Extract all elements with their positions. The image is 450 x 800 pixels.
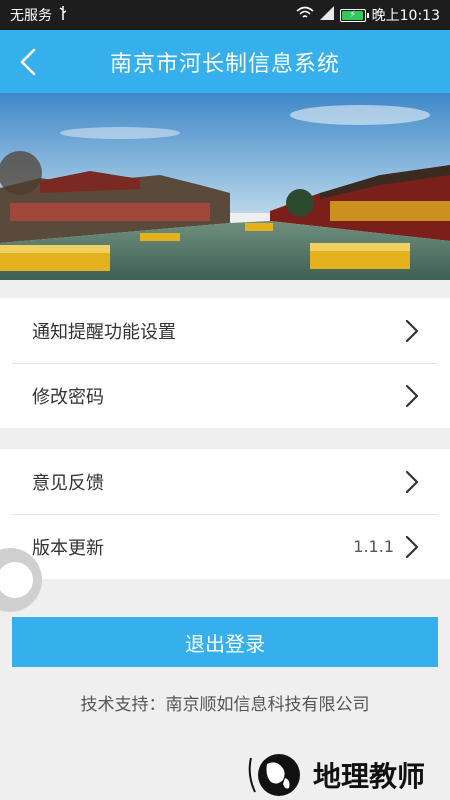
row-label: 版本更新	[32, 537, 104, 559]
tech-support-text: 技术支持：南京顺如信息科技有限公司	[80, 695, 370, 715]
banner-image	[0, 93, 450, 280]
battery-icon: ⚡	[339, 8, 369, 22]
notification-settings-row[interactable]: 通知提醒功能设置	[0, 298, 450, 363]
row-label: 意见反馈	[32, 472, 104, 494]
version-value: 1.1.1	[353, 537, 394, 556]
logout-button[interactable]: 退出登录	[12, 617, 438, 667]
chevron-left-icon	[20, 48, 36, 76]
app-header: 南京市河长制信息系统	[0, 30, 450, 93]
usb-icon	[58, 6, 68, 24]
row-label: 通知提醒功能设置	[32, 321, 176, 343]
page-title: 南京市河长制信息系统	[109, 51, 340, 77]
settings-group-2: 意见反馈 版本更新 1.1.1	[0, 449, 450, 579]
change-password-row[interactable]: 修改密码	[0, 363, 450, 428]
row-label: 修改密码	[32, 386, 104, 408]
watermark-text: 地理教师	[313, 760, 426, 793]
back-button[interactable]	[8, 42, 48, 82]
carrier-label: 无服务	[10, 8, 52, 24]
status-bar: 无服务 ⚡ 晚上10:13	[0, 0, 450, 30]
chevron-right-icon	[405, 319, 419, 342]
floating-ball-inner	[0, 562, 33, 598]
chevron-right-icon	[405, 535, 419, 558]
globe-logo-icon	[248, 754, 300, 796]
watermark: 地理教师	[245, 750, 425, 800]
version-update-row[interactable]: 版本更新 1.1.1	[0, 514, 450, 579]
chevron-right-icon	[405, 470, 419, 493]
feedback-row[interactable]: 意见反馈	[0, 449, 450, 514]
signal-icon	[319, 6, 334, 24]
clock: 晚上10:13	[371, 8, 440, 24]
chevron-right-icon	[405, 384, 419, 407]
wifi-icon	[296, 6, 314, 24]
settings-group-1: 通知提醒功能设置 修改密码	[0, 298, 450, 428]
